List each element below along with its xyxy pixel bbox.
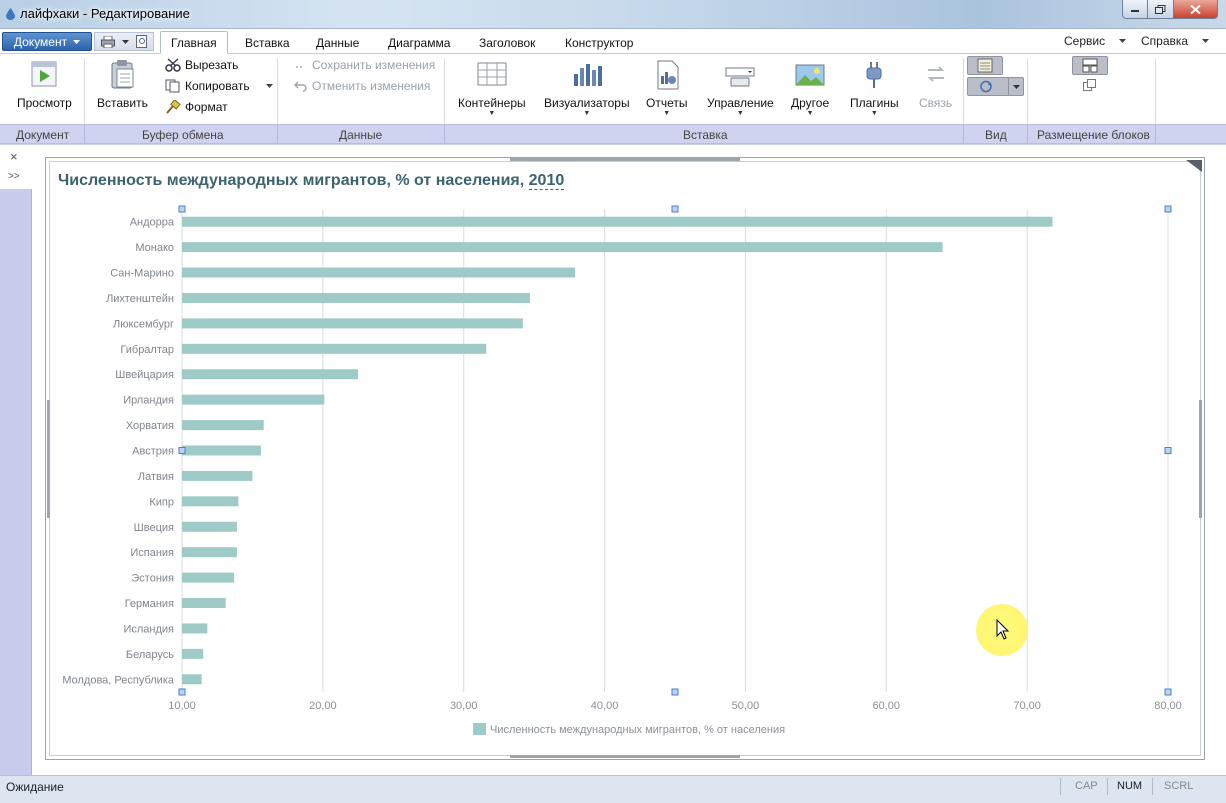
bar[interactable]	[182, 623, 208, 634]
bar[interactable]	[182, 445, 261, 456]
y-category-label: Кипр	[149, 496, 174, 508]
bar[interactable]	[182, 242, 943, 253]
x-tick-label: 10,00	[168, 700, 196, 712]
y-category-label: Австрия	[132, 446, 174, 458]
bar[interactable]	[182, 420, 264, 431]
y-category-label: Швейцария	[115, 369, 174, 381]
y-category-label: Сан-Марино	[110, 268, 174, 280]
bar[interactable]	[182, 267, 575, 278]
y-category-label: Люксембург	[113, 318, 174, 330]
status-separator	[1107, 778, 1108, 795]
num-lock-indicator: NUM	[1117, 780, 1143, 792]
y-category-label: Молдова, Республика	[62, 674, 175, 686]
selection-handle[interactable]	[1164, 447, 1172, 454]
y-category-label: Германия	[125, 598, 174, 610]
selection-handle[interactable]	[1164, 205, 1172, 213]
legend-swatch	[473, 723, 486, 735]
bar[interactable]	[182, 547, 237, 558]
mouse-pointer-icon	[996, 619, 1010, 640]
x-tick-label: 40,00	[591, 700, 619, 712]
bar[interactable]	[182, 572, 235, 583]
y-category-label: Эстония	[131, 573, 174, 585]
selection-handle[interactable]	[1164, 688, 1172, 696]
scroll-lock-indicator: SCRL	[1164, 780, 1194, 792]
caps-lock-indicator: CAP	[1075, 780, 1098, 792]
y-category-label: Андорра	[130, 217, 175, 229]
y-category-label: Монако	[135, 242, 174, 254]
bar[interactable]	[182, 496, 239, 507]
status-bar: Ожидание CAP NUM SCRL	[0, 775, 1226, 803]
status-separator	[1152, 778, 1153, 795]
y-category-label: Латвия	[138, 471, 174, 483]
bar[interactable]	[182, 292, 530, 303]
y-category-label: Хорватия	[126, 420, 174, 432]
selection-handle[interactable]	[178, 688, 186, 696]
bar[interactable]	[182, 521, 237, 532]
bar[interactable]	[182, 674, 202, 685]
bar[interactable]	[182, 394, 325, 405]
x-tick-label: 80,00	[1154, 700, 1182, 712]
bar[interactable]	[182, 216, 1053, 227]
x-tick-label: 60,00	[873, 700, 901, 712]
bar[interactable]	[182, 598, 226, 609]
x-tick-label: 70,00	[1013, 700, 1041, 712]
status-text: Ожидание	[6, 780, 64, 794]
selection-handle[interactable]	[178, 205, 186, 213]
x-tick-label: 30,00	[450, 700, 478, 712]
selection-handle[interactable]	[671, 688, 679, 696]
y-category-label: Ирландия	[123, 395, 174, 407]
y-category-label: Лихтенштейн	[106, 293, 174, 305]
x-tick-label: 20,00	[309, 700, 337, 712]
bar[interactable]	[182, 470, 253, 481]
legend-label: Численность международных мигрантов, % о…	[490, 724, 785, 736]
bar[interactable]	[182, 648, 204, 659]
bar[interactable]	[182, 318, 523, 329]
y-category-label: Гибралтар	[120, 344, 174, 356]
bar[interactable]	[182, 369, 359, 380]
selection-handle[interactable]	[178, 447, 186, 454]
y-category-label: Беларусь	[126, 649, 174, 661]
y-category-label: Швеция	[134, 522, 174, 534]
y-category-label: Исландия	[123, 623, 174, 635]
x-tick-label: 50,00	[732, 700, 760, 712]
status-separator	[1060, 778, 1061, 795]
migrants-bar-chart[interactable]: 10,00 20,00 30,00 40,00 50,00 60,00 70,00 80,00…	[0, 0, 1226, 803]
selection-handle[interactable]	[671, 205, 679, 213]
bar[interactable]	[182, 343, 487, 354]
y-category-label: Испания	[130, 547, 174, 559]
